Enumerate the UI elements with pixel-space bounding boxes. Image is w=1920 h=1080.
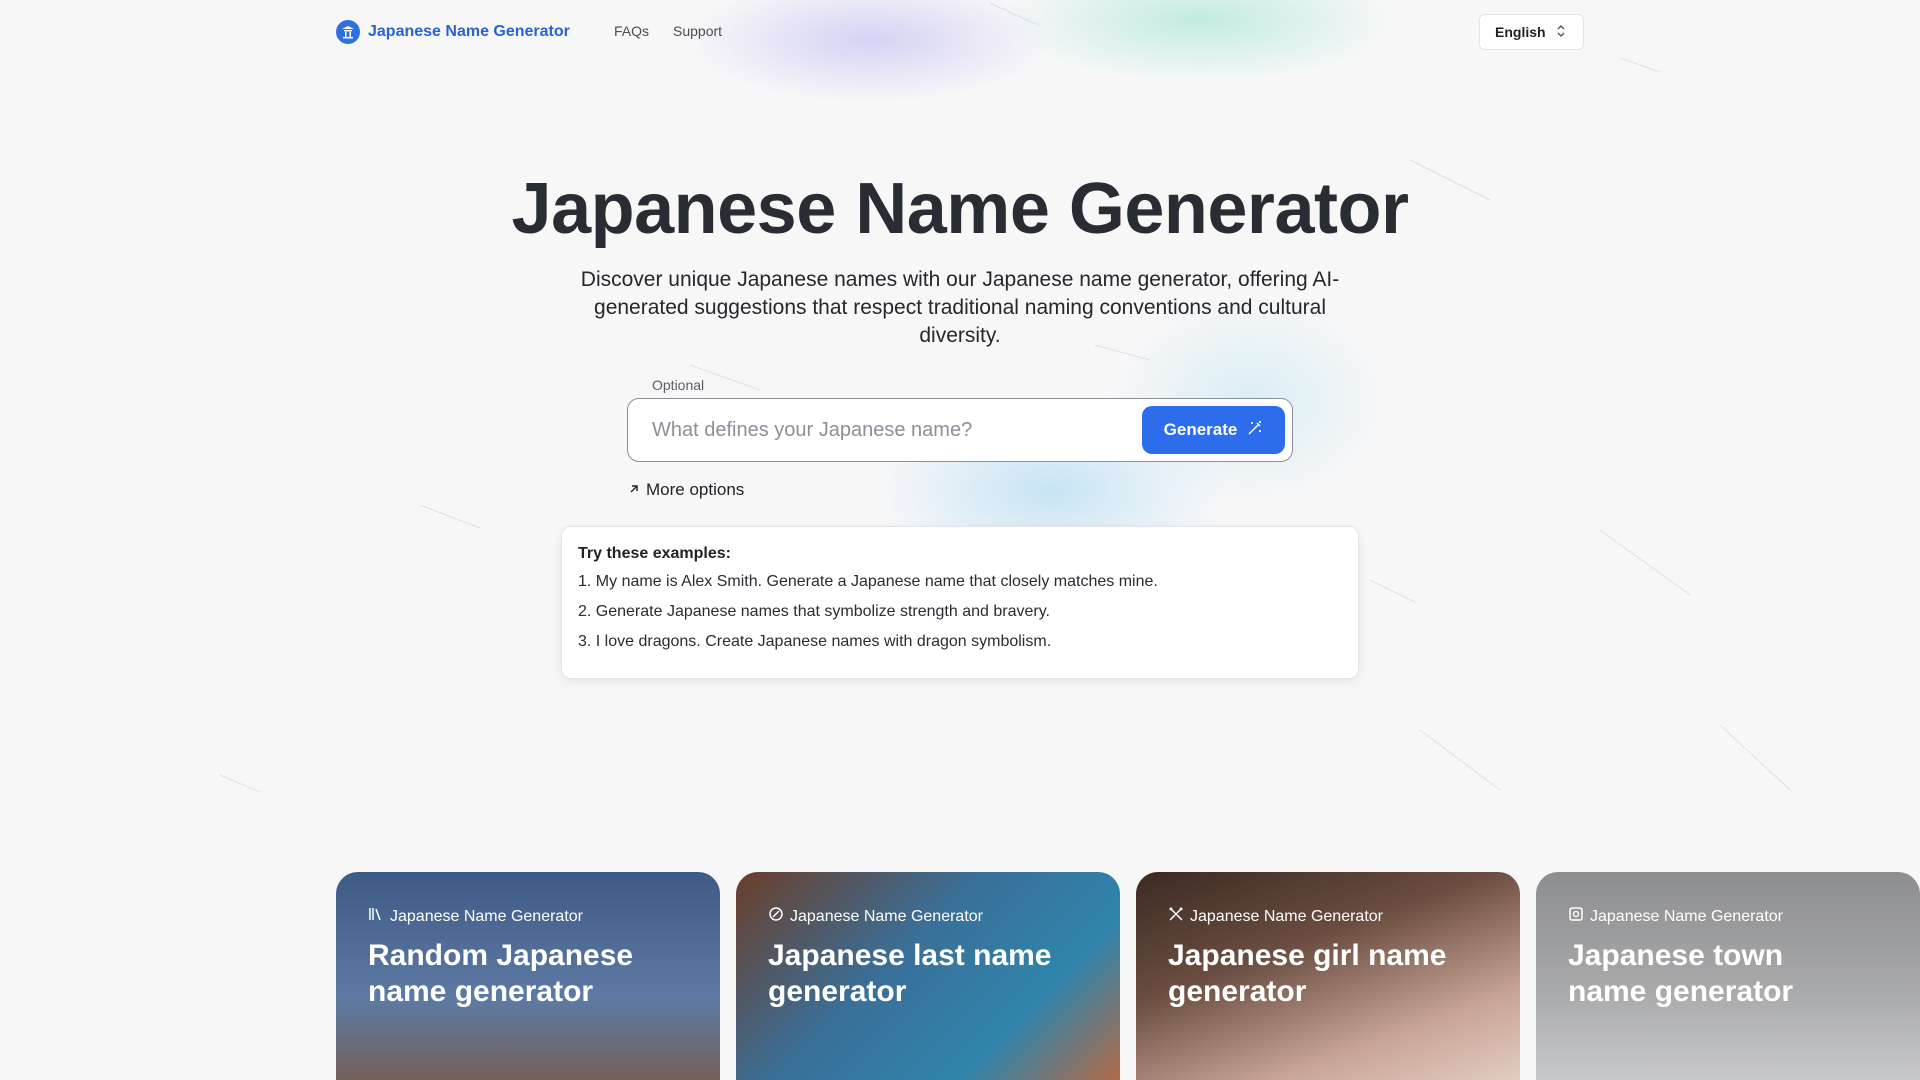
grid-flower-icon [1568,906,1584,927]
card-tag-label: Japanese Name Generator [390,907,583,925]
arrow-up-right-icon [628,480,640,500]
card-random-name-generator[interactable]: Japanese Name Generator Random Japanese … [336,872,720,1080]
books-icon [368,906,384,927]
examples-panel: Try these examples: 1. My name is Alex S… [561,526,1359,679]
more-options-link[interactable]: More options [628,480,744,500]
card-tag: Japanese Name Generator [1568,906,1783,927]
brand-link[interactable]: Japanese Name Generator [336,20,570,44]
card-title: Random Japanese name generator [368,939,634,1008]
brand-name: Japanese Name Generator [368,23,570,40]
example-item[interactable]: 1. My name is Alex Smith. Generate a Jap… [578,573,1342,591]
more-options-label: More options [646,480,745,499]
language-value: English [1495,24,1546,40]
prompt-input[interactable] [652,415,1112,445]
tag-badge-icon [768,906,784,927]
chevron-up-down-icon [1556,24,1566,41]
example-item[interactable]: 2. Generate Japanese names that symboliz… [578,603,1342,621]
card-tag-label: Japanese Name Generator [1190,907,1383,925]
generate-button[interactable]: Generate [1142,406,1285,454]
search-optional-label: Optional [652,377,705,393]
nav-link-support[interactable]: Support [673,23,722,39]
generate-button-label: Generate [1163,420,1238,439]
card-title: Japanese girl name generator [1168,939,1447,1008]
magic-wand-icon [1247,420,1263,441]
nav-link-faqs[interactable]: FAQs [614,23,649,39]
top-navigation: Japanese Name Generator FAQs Support Eng… [0,0,1920,64]
page-title: Japanese Name Generator [511,169,1409,249]
pagoda-logo-icon [336,20,360,44]
search-box: Generate [627,398,1293,462]
language-selector[interactable]: English [1479,14,1584,50]
card-tag: Japanese Name Generator [768,906,983,927]
page-subtitle: Discover unique Japanese names with our … [580,268,1340,347]
card-last-name-generator[interactable]: Japanese Name Generator Japanese last na… [736,872,1120,1080]
card-title: Japanese last name generator [768,939,1052,1008]
card-tag-label: Japanese Name Generator [1590,907,1783,925]
card-town-name-generator[interactable]: Japanese Name Generator Japanese town na… [1536,872,1920,1080]
example-item[interactable]: 3. I love dragons. Create Japanese names… [578,633,1342,651]
crossed-tools-icon [1168,906,1184,927]
card-tag-label: Japanese Name Generator [790,907,983,925]
card-girl-name-generator[interactable]: Japanese Name Generator Japanese girl na… [1136,872,1520,1080]
card-tag: Japanese Name Generator [368,906,583,927]
examples-heading: Try these examples: [578,545,731,562]
card-tag: Japanese Name Generator [1168,906,1383,927]
card-title: Japanese town name generator [1568,939,1794,1008]
